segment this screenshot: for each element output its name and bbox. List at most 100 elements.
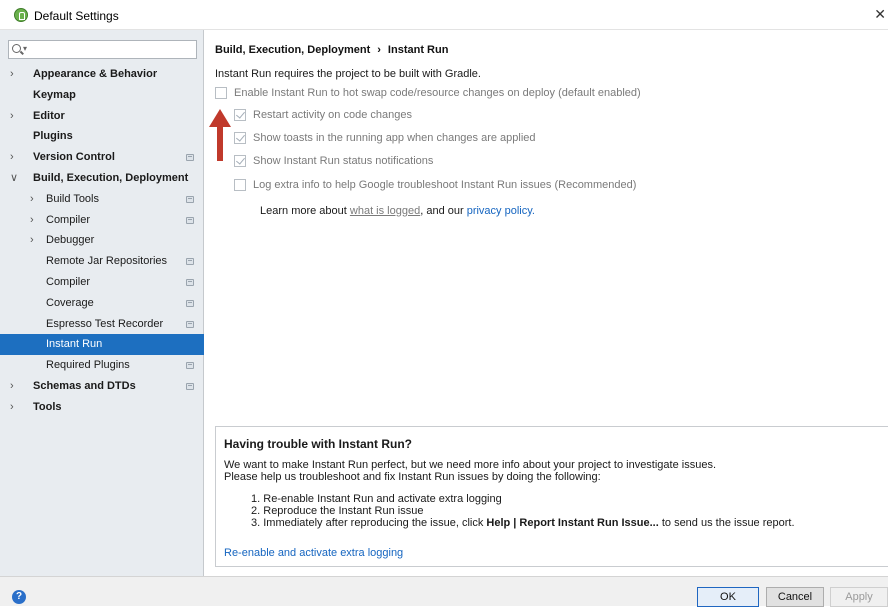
option-label: Enable Instant Run to hot swap code/reso… — [234, 87, 641, 99]
chevron-right-icon[interactable]: › — [10, 397, 14, 418]
search-input[interactable]: ▾ — [8, 40, 197, 59]
sidebar-item[interactable]: › Build Tools — [0, 189, 204, 210]
project-scope-icon — [186, 382, 194, 390]
project-scope-icon — [186, 195, 194, 203]
step-text: Re-enable Instant Run and activate extra… — [263, 493, 502, 505]
chevron-down-icon[interactable]: ∨ — [10, 168, 18, 189]
learn-more-prefix: Learn more about — [260, 205, 350, 217]
sidebar-item[interactable]: Compiler — [0, 272, 204, 293]
chevron-right-icon[interactable]: › — [10, 376, 14, 397]
sidebar-item-label: Coverage — [46, 296, 94, 309]
sidebar-item[interactable]: Required Plugins — [0, 355, 204, 376]
trouble-panel: Having trouble with Instant Run? We want… — [215, 426, 888, 567]
option-label: Show Instant Run status notifications — [253, 155, 434, 167]
learn-more-middle: , and our — [420, 205, 467, 217]
android-studio-icon — [14, 8, 28, 22]
chevron-right-icon[interactable]: › — [30, 189, 34, 210]
sidebar-item-label: Plugins — [33, 130, 73, 143]
step-number: 3. — [251, 517, 261, 529]
sidebar-item[interactable]: › Tools — [0, 397, 204, 418]
sidebar-item[interactable]: Coverage — [0, 293, 204, 314]
apply-button[interactable]: Apply — [830, 587, 888, 607]
breadcrumb-current: Instant Run — [387, 44, 449, 56]
sidebar-item[interactable]: Instant Run — [0, 334, 204, 356]
step-number: 1. — [251, 493, 261, 505]
trouble-step: 3. Immediately after reproducing the iss… — [251, 517, 795, 529]
ok-button[interactable]: OK — [697, 587, 759, 607]
option-label: Restart activity on code changes — [253, 109, 412, 121]
sidebar-item[interactable]: › Editor — [0, 106, 204, 127]
sidebar-item-label: Appearance & Behavior — [33, 68, 158, 80]
sidebar-item[interactable]: › Debugger — [0, 230, 204, 251]
sidebar-item[interactable]: › Appearance & Behavior — [0, 64, 204, 85]
chevron-right-icon[interactable]: › — [10, 147, 14, 168]
settings-tree: › Appearance & Behavior Keymap › Editor Plugi… — [0, 64, 204, 418]
step-text: to send us the issue report. — [658, 517, 795, 529]
sidebar-item-label: Remote Jar Repositories — [46, 255, 168, 268]
sidebar-item-label: Instant Run — [46, 338, 103, 351]
chevron-right-icon[interactable]: › — [10, 64, 14, 85]
sidebar-item[interactable]: Keymap — [0, 85, 204, 106]
trouble-paragraph: Please help us troubleshoot and fix Inst… — [224, 471, 601, 483]
project-scope-icon — [186, 216, 194, 224]
chevron-right-icon[interactable]: › — [30, 230, 34, 251]
breadcrumb: Build, Execution, Deployment › Instant Run — [215, 44, 448, 56]
annotation-arrow-icon — [209, 109, 231, 161]
sidebar-item-label: Compiler — [46, 275, 91, 288]
sidebar-item-label: Schemas and DTDs — [33, 379, 136, 392]
trouble-step: 1. Re-enable Instant Run and activate ex… — [251, 493, 502, 505]
sidebar-item[interactable]: Remote Jar Repositories — [0, 251, 204, 272]
gradle-requirement-text: Instant Run requires the project to be b… — [215, 68, 481, 80]
step-number: 2. — [251, 505, 261, 517]
sidebar-item-label: Build Tools — [46, 192, 99, 205]
cancel-button[interactable]: Cancel — [766, 587, 824, 607]
chevron-right-icon[interactable]: › — [10, 106, 14, 127]
restart-activity-checkbox[interactable] — [234, 109, 246, 121]
trouble-heading: Having trouble with Instant Run? — [224, 437, 412, 451]
sidebar-item[interactable]: ∨ Build, Execution, Deployment — [0, 168, 204, 189]
sidebar-item-label: Espresso Test Recorder — [46, 317, 164, 330]
enable-instant-run-checkbox[interactable] — [215, 87, 227, 99]
sidebar-item[interactable]: › Version Control — [0, 147, 204, 168]
sidebar-item-label: Keymap — [33, 88, 76, 101]
project-scope-icon — [186, 258, 194, 266]
step-text: Reproduce the Instant Run issue — [263, 505, 424, 517]
settings-sidebar: ▾ › Appearance & Behavior Keymap › Editor Plu… — [0, 30, 204, 576]
sidebar-item[interactable]: Plugins — [0, 126, 204, 147]
sidebar-item-label: Build, Execution, Deployment — [33, 171, 189, 184]
project-scope-icon — [186, 278, 194, 286]
chevron-right-icon[interactable]: › — [30, 210, 34, 231]
project-scope-icon — [186, 299, 194, 307]
show-toasts-checkbox[interactable] — [234, 132, 246, 144]
sidebar-item[interactable]: › Schemas and DTDs — [0, 376, 204, 397]
title-bar: Default Settings ✕ — [0, 0, 888, 30]
chevron-down-icon: ▾ — [23, 44, 28, 53]
sidebar-item[interactable]: Espresso Test Recorder — [0, 314, 204, 335]
project-scope-icon — [186, 320, 194, 328]
privacy-policy-link[interactable]: privacy policy. — [467, 205, 535, 217]
window-title: Default Settings — [34, 9, 119, 23]
sidebar-item-label: Version Control — [33, 151, 115, 164]
dialog-footer: ? OK Cancel Apply — [0, 576, 888, 607]
step-menu-path: Help | Report Instant Run Issue... — [486, 517, 659, 529]
sidebar-item[interactable]: › Compiler — [0, 210, 204, 231]
breadcrumb-separator: › — [377, 44, 381, 56]
what-is-logged-link[interactable]: what is logged — [350, 205, 420, 217]
sidebar-item-label: Required Plugins — [46, 359, 130, 372]
log-extra-info-checkbox[interactable] — [234, 179, 246, 191]
option-label: Log extra info to help Google troublesho… — [253, 179, 637, 191]
breadcrumb-parent: Build, Execution, Deployment — [215, 44, 371, 56]
sidebar-item-label: Debugger — [46, 234, 95, 247]
help-icon[interactable]: ? — [12, 590, 26, 604]
trouble-step: 2. Reproduce the Instant Run issue — [251, 505, 423, 517]
learn-more-text: Learn more about what is logged, and our… — [260, 205, 535, 217]
settings-panel: Build, Execution, Deployment › Instant Run… — [205, 30, 888, 576]
close-icon[interactable]: ✕ — [874, 6, 886, 23]
trouble-paragraph: We want to make Instant Run perfect, but… — [224, 459, 717, 471]
status-notifications-checkbox[interactable] — [234, 155, 246, 167]
step-text: Immediately after reproducing the issue,… — [263, 517, 487, 529]
reenable-logging-link[interactable]: Re-enable and activate extra logging — [224, 547, 403, 559]
option-label: Show toasts in the running app when chan… — [253, 132, 536, 144]
project-scope-icon — [186, 154, 194, 162]
search-icon — [12, 44, 21, 53]
